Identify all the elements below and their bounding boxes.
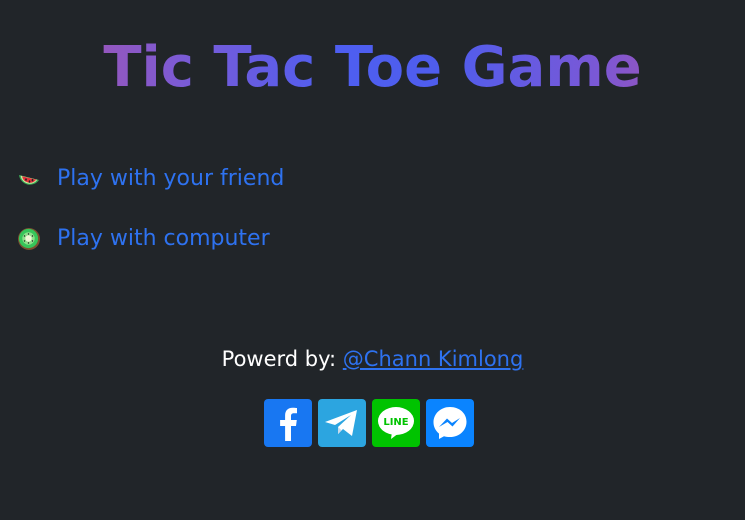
telegram-icon [325,410,357,436]
messenger-button[interactable] [426,399,474,447]
author-link[interactable]: @Chann Kimlong [343,347,524,371]
telegram-button[interactable] [318,399,366,447]
facebook-icon [280,407,297,441]
credit-line: Powerd by: @Chann Kimlong [0,344,745,374]
footer: Powerd by: @Chann Kimlong [0,344,745,374]
kiwi-icon [16,226,42,252]
line-icon: LINE [378,407,414,439]
play-with-computer-label: Play with computer [57,226,270,251]
page-title: Tic Tac Toe Game [0,34,745,102]
play-with-friend-label: Play with your friend [57,166,285,191]
facebook-button[interactable] [264,399,312,447]
svg-text:LINE: LINE [383,417,408,428]
game-mode-menu: Play with your friend Play with computer [16,162,284,282]
line-button[interactable]: LINE [372,399,420,447]
play-with-computer-link[interactable]: Play with computer [16,222,284,256]
messenger-icon [433,407,467,439]
play-with-friend-link[interactable]: Play with your friend [16,162,284,196]
page: Tic Tac Toe Game Play with your friend P… [0,0,745,520]
social-links: LINE [264,399,474,447]
watermelon-icon [16,166,42,192]
credit-prefix: Powerd by: [221,347,337,371]
